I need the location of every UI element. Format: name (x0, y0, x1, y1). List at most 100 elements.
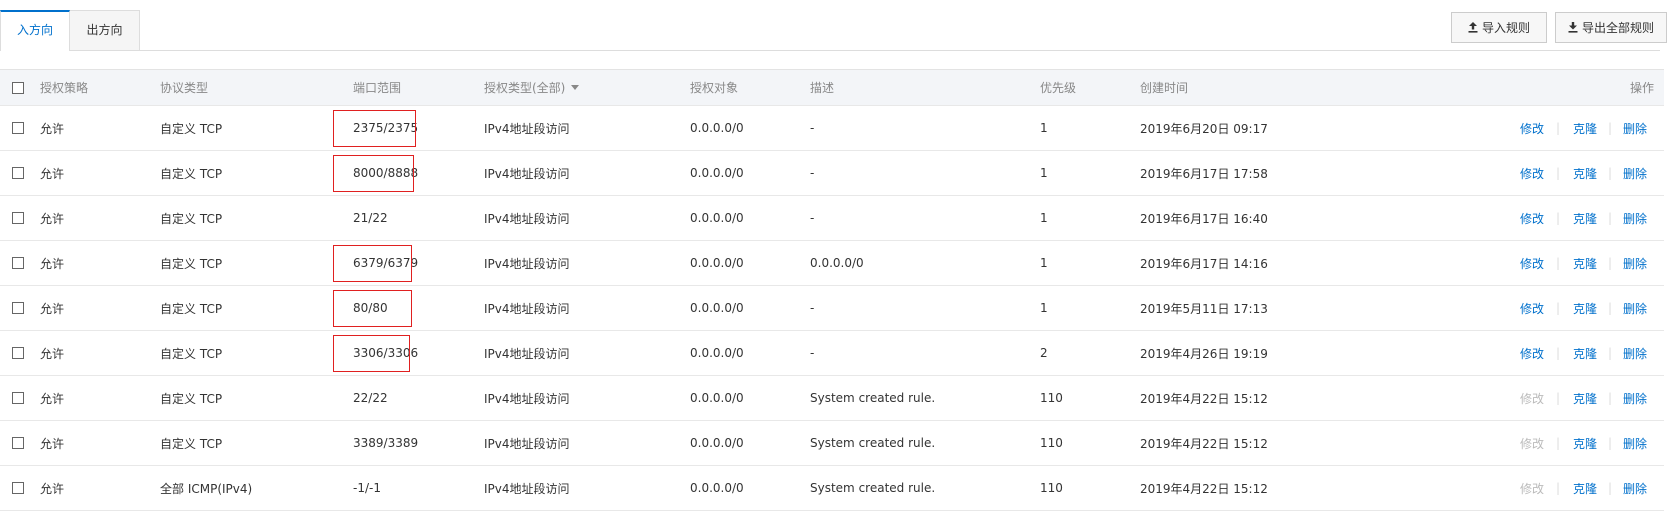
clone-link[interactable]: 克隆 (1573, 435, 1597, 452)
header-target: 授权对象 (690, 81, 739, 95)
delete-link[interactable]: 删除 (1623, 210, 1647, 227)
export-all-rules-button[interactable]: 导出全部规则 (1555, 12, 1667, 43)
cell-ops: 修改 | 克隆 | 删除 (1500, 196, 1660, 240)
cell-description: System created rule. (810, 436, 936, 450)
edit-link[interactable]: 修改 (1520, 345, 1544, 362)
cell-auth-type: IPv4地址段访问 (484, 121, 570, 136)
ops-separator: | (1556, 391, 1561, 405)
tab-outbound[interactable]: 出方向 (70, 10, 140, 50)
edit-link[interactable]: 修改 (1520, 300, 1544, 317)
clone-link[interactable]: 克隆 (1573, 480, 1597, 497)
cell-priority: 110 (1040, 436, 1063, 450)
security-rules-table: 授权策略 协议类型 端口范围 授权类型(全部) 授权对象 描述 优先级 创建时间… (0, 69, 1664, 511)
table-row: 允许 自定义 TCP 8000/8888 IPv4地址段访问 0.0.0.0/0 - 1 20… (0, 151, 1664, 196)
ops-separator: | (1608, 391, 1613, 405)
table-row: 允许 自定义 TCP 3306/3306 IPv4地址段访问 0.0.0.0/0 - 2 20… (0, 331, 1664, 376)
delete-link[interactable]: 删除 (1623, 165, 1647, 182)
cell-protocol: 自定义 TCP (160, 391, 223, 406)
cell-priority: 1 (1040, 256, 1048, 270)
delete-link[interactable]: 删除 (1623, 390, 1647, 407)
clone-link[interactable]: 克隆 (1573, 345, 1597, 362)
cell-created: 2019年6月20日 09:17 (1140, 121, 1268, 136)
cell-description: - (810, 346, 815, 360)
cell-description: 0.0.0.0/0 (810, 256, 864, 270)
ops-separator: | (1556, 346, 1561, 360)
cell-created: 2019年4月26日 19:19 (1140, 346, 1268, 361)
cell-created: 2019年4月22日 15:12 (1140, 391, 1268, 406)
row-checkbox[interactable] (12, 347, 24, 359)
cell-auth-type: IPv4地址段访问 (484, 166, 570, 181)
clone-link[interactable]: 克隆 (1573, 165, 1597, 182)
row-checkbox[interactable] (12, 437, 24, 449)
header-auth-type-filter[interactable]: 授权类型(全部) (484, 70, 580, 105)
edit-link[interactable]: 修改 (1520, 165, 1544, 182)
cell-target: 0.0.0.0/0 (690, 211, 744, 225)
delete-link[interactable]: 删除 (1623, 255, 1647, 272)
row-checkbox[interactable] (12, 167, 24, 179)
cell-auth-type: IPv4地址段访问 (484, 211, 570, 226)
cell-created: 2019年4月22日 15:12 (1140, 481, 1268, 496)
table-row: 允许 自定义 TCP 80/80 IPv4地址段访问 0.0.0.0/0 - 1 2019年5… (0, 286, 1664, 331)
row-select-cell (12, 331, 24, 375)
row-checkbox[interactable] (12, 257, 24, 269)
header-protocol: 协议类型 (160, 81, 209, 95)
cell-priority: 2 (1040, 346, 1048, 360)
import-rules-button[interactable]: 导入规则 (1451, 12, 1547, 43)
header-policy: 授权策略 (40, 81, 89, 95)
cell-ops: 修改 | 克隆 | 删除 (1500, 421, 1660, 465)
header-ops: 操作 (1629, 81, 1654, 95)
edit-link[interactable]: 修改 (1520, 210, 1544, 227)
clone-link[interactable]: 克隆 (1573, 210, 1597, 227)
cell-protocol: 自定义 TCP (160, 121, 223, 136)
table-row: 允许 自定义 TCP 2375/2375 IPv4地址段访问 0.0.0.0/0 - 1 20… (0, 106, 1664, 151)
clone-link[interactable]: 克隆 (1573, 300, 1597, 317)
delete-link[interactable]: 删除 (1623, 480, 1647, 497)
ops-separator: | (1608, 436, 1613, 450)
cell-policy: 允许 (40, 256, 65, 271)
table-row: 允许 自定义 TCP 21/22 IPv4地址段访问 0.0.0.0/0 - 1 2019年6… (0, 196, 1664, 241)
row-select-cell (12, 241, 24, 285)
cell-target: 0.0.0.0/0 (690, 391, 744, 405)
table-body: 允许 自定义 TCP 2375/2375 IPv4地址段访问 0.0.0.0/0-1 20… (0, 106, 1664, 511)
import-rules-label: 导入规则 (1481, 21, 1530, 35)
row-select-cell (12, 466, 24, 510)
row-checkbox[interactable] (12, 392, 24, 404)
ops-separator: | (1556, 166, 1561, 180)
delete-link[interactable]: 删除 (1623, 345, 1647, 362)
edit-link[interactable]: 修改 (1520, 255, 1544, 272)
delete-link[interactable]: 删除 (1623, 435, 1647, 452)
cell-created: 2019年4月22日 15:12 (1140, 436, 1268, 451)
clone-link[interactable]: 克隆 (1573, 390, 1597, 407)
table-row: 允许 自定义 TCP 6379/6379 IPv4地址段访问 0.0.0.0/0 0.0.… (0, 241, 1664, 286)
header-description: 描述 (810, 81, 835, 95)
delete-link[interactable]: 删除 (1623, 120, 1647, 137)
cell-created: 2019年6月17日 14:16 (1140, 256, 1268, 271)
cell-port: 6379/6379 (353, 256, 419, 270)
table-header: 授权策略 协议类型 端口范围 授权类型(全部) 授权对象 描述 优先级 创建时间… (0, 70, 1664, 106)
cell-ops: 修改 | 克隆 | 删除 (1500, 376, 1660, 420)
row-checkbox[interactable] (12, 122, 24, 134)
edit-link[interactable]: 修改 (1520, 120, 1544, 137)
cell-policy: 允许 (40, 391, 65, 406)
cell-description: - (810, 211, 815, 225)
edit-link: 修改 (1520, 436, 1545, 451)
row-checkbox[interactable] (12, 482, 24, 494)
cell-priority: 1 (1040, 301, 1048, 315)
cell-protocol: 自定义 TCP (160, 346, 223, 361)
row-select-cell (12, 421, 24, 465)
cell-auth-type: IPv4地址段访问 (484, 301, 570, 316)
clone-link[interactable]: 克隆 (1573, 255, 1597, 272)
cell-auth-type: IPv4地址段访问 (484, 256, 570, 271)
cell-port: 8000/8888 (353, 166, 419, 180)
clone-link[interactable]: 克隆 (1573, 120, 1597, 137)
cell-port: 3389/3389 (353, 436, 419, 450)
tab-inbound[interactable]: 入方向 (0, 10, 70, 51)
edit-link: 修改 (1520, 391, 1545, 406)
row-checkbox[interactable] (12, 212, 24, 224)
cell-priority: 1 (1040, 121, 1048, 135)
delete-link[interactable]: 删除 (1623, 300, 1647, 317)
cell-description: System created rule. (810, 481, 936, 495)
select-all-checkbox[interactable] (12, 81, 24, 94)
row-checkbox[interactable] (12, 302, 24, 314)
cell-ops: 修改 | 克隆 | 删除 (1500, 241, 1660, 285)
